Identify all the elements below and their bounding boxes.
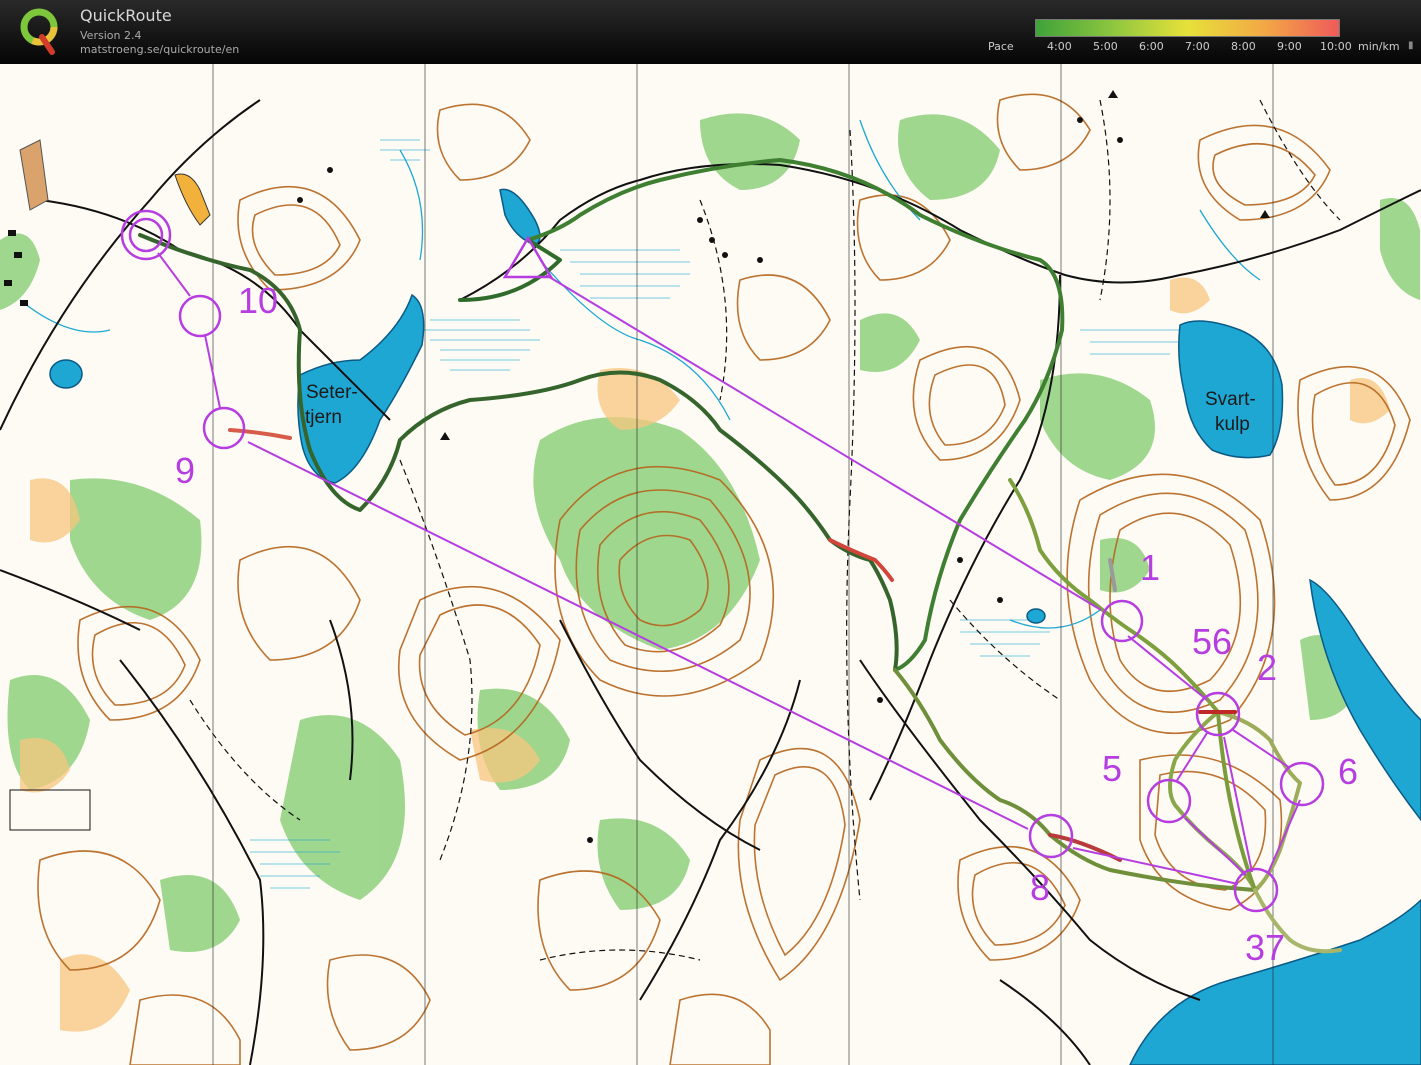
control-number-label: 5 — [1102, 748, 1122, 789]
app-version: Version 2.4 — [80, 29, 142, 42]
pond-west — [49, 359, 83, 389]
lake-label-line: tjern — [305, 407, 342, 428]
app-header: QuickRoute Version 2.4 matstroeng.se/qui… — [0, 0, 1421, 64]
pace-tick: 5:00 — [1093, 40, 1118, 53]
control-number-label: 10 — [238, 280, 278, 321]
pace-tick: 10:00 — [1320, 40, 1352, 53]
app-title: QuickRoute — [80, 6, 172, 25]
pace-tick: 4:00 — [1047, 40, 1072, 53]
pace-label: Pace — [988, 40, 1014, 53]
resize-handle-icon[interactable]: ▮ — [1408, 40, 1417, 54]
pace-tick: 7:00 — [1185, 40, 1210, 53]
quickroute-logo-icon — [20, 8, 58, 55]
pace-tick: 8:00 — [1231, 40, 1256, 53]
control-number-label: 2 — [1257, 647, 1277, 688]
app-url[interactable]: matstroeng.se/quickroute/en — [80, 43, 239, 56]
lake-label-line: Seter- — [306, 382, 358, 403]
pace-color-scale — [1035, 19, 1340, 37]
control-number-label: 9 — [175, 450, 195, 491]
pond-small — [1026, 608, 1046, 624]
pace-tick: 6:00 — [1139, 40, 1164, 53]
control-number-label: 37 — [1245, 927, 1285, 968]
lake-label-line: Svart- — [1205, 389, 1256, 410]
control-number-label: 8 — [1030, 867, 1050, 908]
control-number-label: 6 — [1338, 751, 1358, 792]
lake-label-line: kulp — [1215, 414, 1250, 435]
control-number-label: 1 — [1140, 547, 1160, 588]
orienteering-map[interactable]: Seter- tjern Svart- kulp 1 56 2 5 6 8 37… — [0, 64, 1421, 1065]
control-number-label: 56 — [1192, 621, 1232, 662]
pace-unit: min/km — [1358, 40, 1400, 53]
pace-tick: 9:00 — [1277, 40, 1302, 53]
